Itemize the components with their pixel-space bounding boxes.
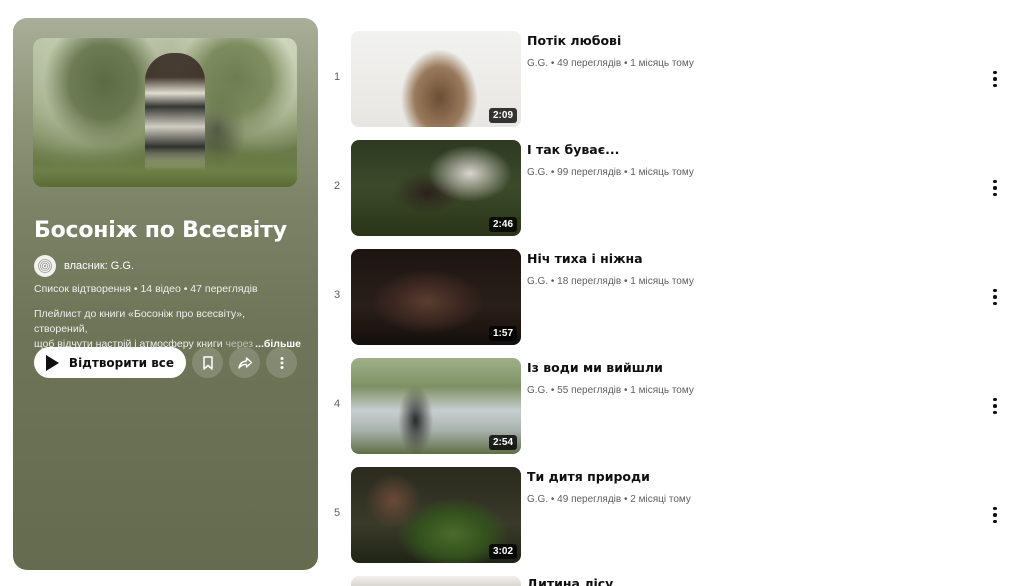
more-vert-icon[interactable] [988, 178, 1002, 198]
video-duration: 2:09 [488, 108, 517, 123]
video-thumbnail[interactable]: 3:02 [351, 467, 521, 563]
video-title-partial[interactable]: Дитина лісу [527, 576, 613, 586]
playlist-cover-thumbnail[interactable] [33, 38, 297, 187]
video-thumbnail-partial[interactable] [351, 576, 521, 586]
playlist-title: Босоніж по Всесвіту [34, 218, 287, 243]
playlist-meta: Список відтворення • 14 відео • 47 перег… [34, 283, 258, 295]
video-duration: 1:57 [488, 326, 517, 341]
video-title[interactable]: Із води ми вийшли [527, 360, 663, 375]
video-index: 2 [333, 180, 341, 192]
more-vert-icon[interactable] [988, 287, 1002, 307]
spiral-avatar-icon[interactable] [34, 255, 56, 277]
video-thumbnail[interactable]: 2:46 [351, 140, 521, 236]
list-item[interactable]: 1 2:09 Потік любові G.G. • 49 переглядів… [322, 31, 1012, 127]
video-meta: G.G. • 55 переглядів • 1 місяць тому [527, 385, 694, 396]
save-playlist-button[interactable] [192, 347, 223, 378]
bookmark-icon [202, 355, 213, 370]
play-all-button[interactable]: Відтворити все [34, 347, 186, 378]
share-icon [237, 356, 252, 369]
list-item[interactable]: 2 2:46 І так буває... G.G. • 99 перегляд… [322, 140, 1012, 236]
video-index: 1 [333, 71, 341, 83]
video-index: 5 [333, 507, 341, 519]
share-button[interactable] [229, 347, 260, 378]
description-line-1: Плейлист до книги «Босоніж про всесвіту»… [34, 308, 245, 335]
list-item[interactable]: 4 2:54 Із води ми вийшли G.G. • 55 перег… [322, 358, 1012, 454]
video-duration: 2:54 [488, 435, 517, 450]
owner-row: власник: G.G. [34, 255, 134, 277]
video-duration: 3:02 [488, 544, 517, 559]
more-vert-icon[interactable] [988, 69, 1002, 89]
more-vert-icon [280, 356, 283, 369]
video-title[interactable]: Ти дитя природи [527, 469, 650, 484]
owner-name[interactable]: власник: G.G. [64, 260, 134, 272]
more-vert-icon[interactable] [988, 396, 1002, 416]
video-meta: G.G. • 49 переглядів • 2 місяці тому [527, 494, 691, 505]
video-duration: 2:46 [488, 217, 517, 232]
playlist-description[interactable]: Плейлист до книги «Босоніж про всесвіту»… [34, 307, 301, 352]
video-thumbnail[interactable]: 2:09 [351, 31, 521, 127]
playlist-header-panel: Босоніж по Всесвіту власник: G.G. Список… [13, 18, 318, 570]
playlist-actions: Відтворити все [34, 347, 297, 378]
video-meta: G.G. • 99 переглядів • 1 місяць тому [527, 167, 694, 178]
video-index: 3 [333, 289, 341, 301]
video-meta: G.G. • 49 переглядів • 1 місяць тому [527, 58, 694, 69]
video-thumbnail[interactable]: 1:57 [351, 249, 521, 345]
video-index: 4 [333, 398, 341, 410]
play-icon [45, 354, 59, 371]
list-item[interactable]: 5 3:02 Ти дитя природи G.G. • 49 перегля… [322, 467, 1012, 563]
more-vert-icon[interactable] [988, 505, 1002, 525]
cover-grass [33, 147, 297, 187]
video-title[interactable]: Ніч тиха і ніжна [527, 251, 643, 266]
playlist-more-button[interactable] [266, 347, 297, 378]
video-meta: G.G. • 18 переглядів • 1 місяць тому [527, 276, 694, 287]
list-item[interactable]: 3 1:57 Ніч тиха і ніжна G.G. • 18 перегл… [322, 249, 1012, 345]
spiral-icon [38, 259, 52, 273]
video-title[interactable]: І так буває... [527, 142, 619, 157]
video-thumbnail[interactable]: 2:54 [351, 358, 521, 454]
video-title[interactable]: Потік любові [527, 33, 621, 48]
play-all-label: Відтворити все [68, 355, 175, 370]
